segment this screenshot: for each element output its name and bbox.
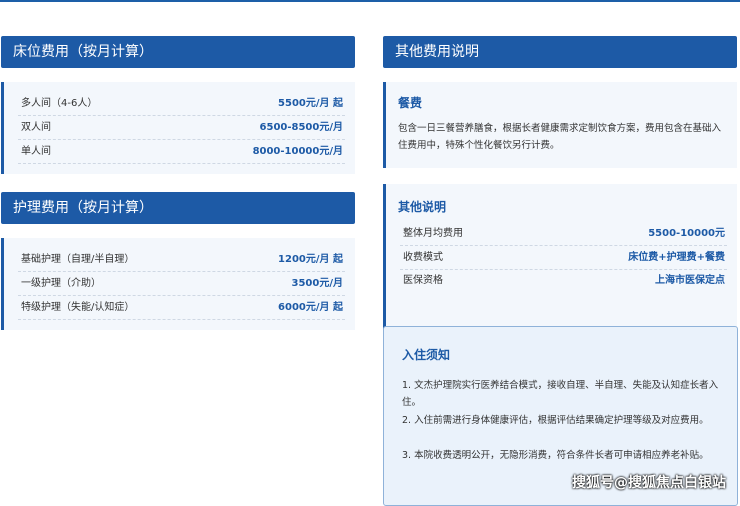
meals-description: 包含一日三餐营养膳食，根据长者健康需求定制饮食方案，费用包含在基础入住费用中，特… (398, 123, 722, 151)
note-value: 5500-10000元 (648, 228, 725, 239)
fee-value: 8000-10000元/月 (252, 146, 343, 157)
note-label: 医保资格 (403, 275, 443, 286)
note-label: 整体月均费用 (403, 228, 463, 239)
table-row: 多人间（4-6人） 5500元/月 起 (18, 92, 345, 116)
table-row: 双人间 6500-8500元/月 (18, 116, 345, 140)
fee-label: 双人间 (21, 122, 51, 133)
care-fees-header: 护理费用（按月计算） (1, 192, 355, 224)
fee-value: 1200元/月 起 (278, 254, 343, 265)
table-row: 医保资格 上海市医保定点 (400, 269, 727, 292)
meals-card: 餐费 包含一日三餐营养膳食，根据长者健康需求定制饮食方案，费用包含在基础入住费用… (383, 82, 737, 168)
top-divider (0, 0, 740, 2)
notes-card: 其他说明 整体月均费用 5500-10000元 收费模式 床位费+护理费+餐费 … (383, 184, 737, 332)
list-item: 3. 本院收费透明公开，无隐形消费，符合条件长者可申请相应养老补贴。 (402, 450, 709, 461)
fee-value: 5500元/月 起 (278, 98, 343, 109)
table-row: 收费模式 床位费+护理费+餐费 (400, 246, 727, 270)
table-row: 单人间 8000-10000元/月 (18, 140, 345, 164)
fee-label: 基础护理（自理/半自理） (21, 254, 135, 265)
fee-label: 特级护理（失能/认知症） (21, 302, 135, 313)
list-item: 2. 入住前需进行身体健康评估，根据评估结果确定护理等级及对应费用。 (402, 415, 709, 426)
fee-value: 6500-8500元/月 (259, 122, 343, 133)
note-label: 收费模式 (403, 252, 443, 263)
notes-title: 其他说明 (398, 200, 447, 214)
fee-value: 6000元/月 起 (278, 302, 343, 313)
table-row: 一级护理（介助） 3500元/月 (18, 272, 345, 296)
watermark: 搜狐号@搜狐焦点白银站 (572, 475, 726, 491)
table-row: 基础护理（自理/半自理） 1200元/月 起 (18, 248, 345, 272)
admission-title: 入住须知 (402, 348, 451, 362)
bed-fees-list: 多人间（4-6人） 5500元/月 起 双人间 6500-8500元/月 单人间… (1, 82, 355, 174)
care-fees-title: 护理费用（按月计算） (13, 200, 153, 216)
other-fees-title: 其他费用说明 (395, 44, 479, 60)
other-fees-header: 其他费用说明 (383, 36, 737, 68)
care-fees-list: 基础护理（自理/半自理） 1200元/月 起 一级护理（介助） 3500元/月 … (1, 238, 355, 330)
fee-label: 单人间 (21, 146, 51, 157)
fee-label: 一级护理（介助） (21, 278, 101, 289)
meals-title: 餐费 (398, 96, 423, 110)
note-value: 床位费+护理费+餐费 (628, 252, 725, 263)
table-row: 特级护理（失能/认知症） 6000元/月 起 (18, 296, 345, 320)
table-row: 整体月均费用 5500-10000元 (400, 222, 727, 246)
bed-fees-header: 床位费用（按月计算） (1, 36, 355, 68)
list-item: 1. 文杰护理院实行医养结合模式，接收自理、半自理、失能及认知症长者入住。 (402, 380, 719, 408)
fee-value: 3500元/月 (291, 278, 343, 289)
bed-fees-title: 床位费用（按月计算） (13, 44, 153, 60)
note-value: 上海市医保定点 (655, 275, 725, 286)
fee-label: 多人间（4-6人） (21, 98, 98, 109)
